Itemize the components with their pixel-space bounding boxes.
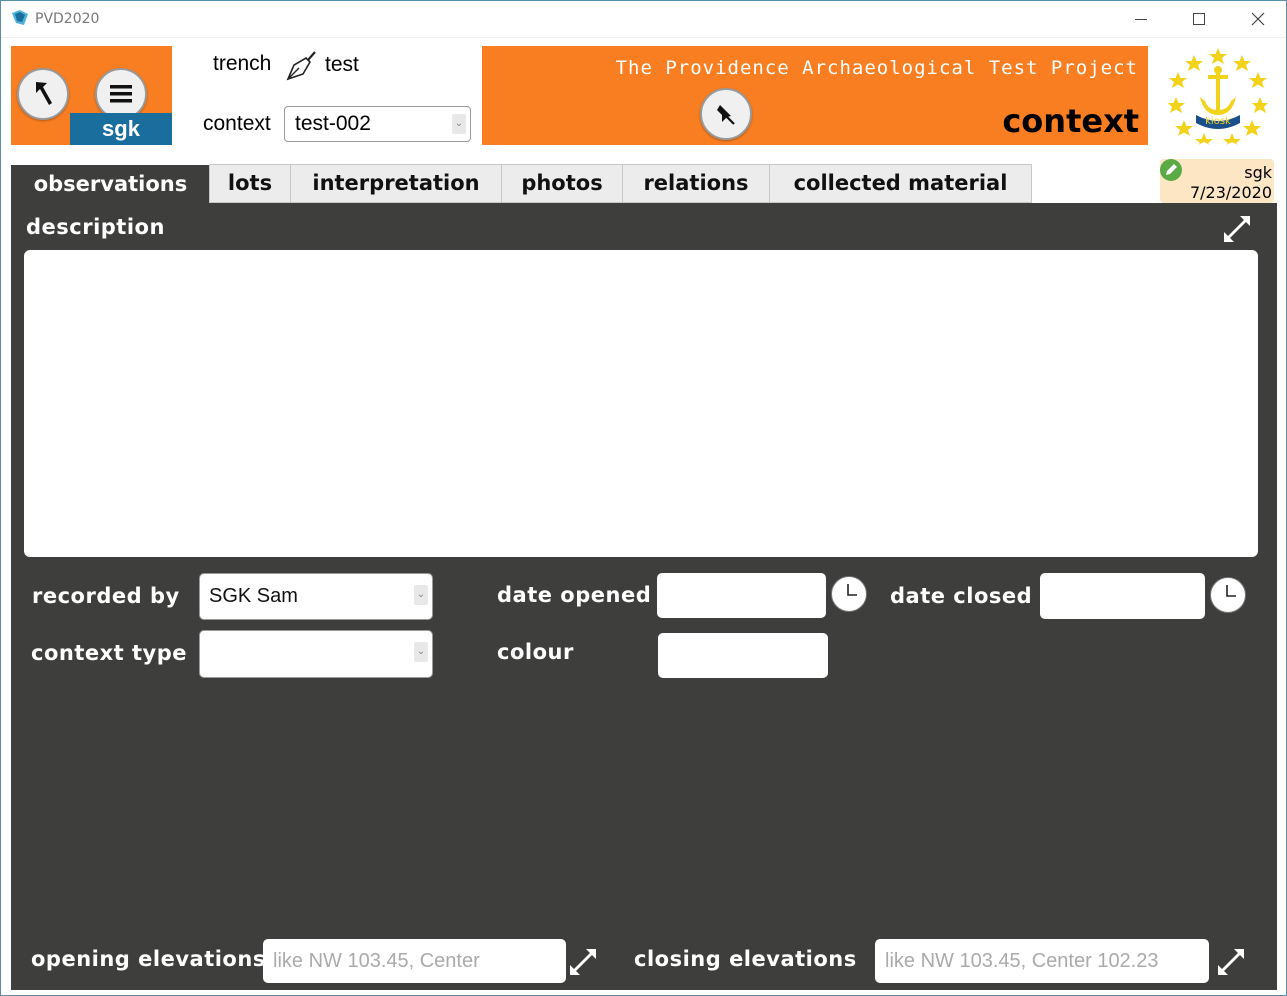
date-closed-clock-button[interactable] bbox=[1210, 577, 1246, 613]
tab-photos[interactable]: photos bbox=[501, 164, 623, 203]
trench-value[interactable]: test bbox=[325, 53, 359, 77]
closing-elevations-input[interactable]: like NW 103.45, Center 102.23 bbox=[875, 939, 1209, 983]
context-type-label: context type bbox=[31, 641, 188, 665]
context-label: context bbox=[203, 112, 271, 135]
date-opened-clock-button[interactable] bbox=[831, 576, 867, 612]
tab-relations[interactable]: relations bbox=[622, 164, 770, 203]
clock-icon bbox=[1226, 585, 1236, 597]
current-user-badge[interactable]: sgk bbox=[70, 113, 172, 145]
trowel-icon[interactable] bbox=[284, 50, 318, 82]
title-bar: PVD2020 bbox=[0, 0, 1287, 38]
observations-panel: description recorded by SGK Sam ⌄ date o… bbox=[11, 203, 1277, 990]
tab-observations[interactable]: observations bbox=[11, 165, 210, 205]
hamburger-icon bbox=[110, 85, 132, 103]
opening-elevations-input[interactable]: like NW 103.45, Center bbox=[263, 939, 566, 983]
minimize-button[interactable] bbox=[1112, 0, 1170, 38]
minimize-icon bbox=[1135, 18, 1147, 20]
opening-elevations-placeholder: like NW 103.45, Center bbox=[273, 950, 480, 972]
chevron-down-icon: ⌄ bbox=[414, 585, 428, 605]
kiosk-seal-logo: kiosk bbox=[1168, 48, 1268, 145]
date-closed-label: date closed bbox=[890, 584, 1033, 608]
tab-lots[interactable]: lots bbox=[209, 164, 291, 203]
app-logo-icon bbox=[12, 10, 28, 25]
page-heading: context bbox=[1002, 102, 1139, 140]
maximize-icon bbox=[1193, 13, 1205, 25]
tab-interpretation[interactable]: interpretation bbox=[290, 164, 502, 203]
edit-user: sgk bbox=[1244, 163, 1272, 182]
description-textarea[interactable] bbox=[24, 250, 1258, 557]
date-opened-label: date opened bbox=[497, 583, 652, 607]
pin-button[interactable] bbox=[700, 88, 752, 140]
chevron-down-icon: ⌄ bbox=[414, 642, 428, 662]
colour-field[interactable] bbox=[658, 633, 828, 678]
chevron-down-icon: ⌄ bbox=[452, 114, 466, 134]
window-title: PVD2020 bbox=[35, 11, 100, 27]
seal-text: kiosk bbox=[1205, 116, 1231, 127]
edit-date: 7/23/2020 bbox=[1189, 183, 1272, 202]
closing-elevations-placeholder: like NW 103.45, Center 102.23 bbox=[885, 950, 1159, 972]
context-select[interactable]: test-002 ⌄ bbox=[284, 106, 471, 142]
project-banner: The Providence Archaeological Test Proje… bbox=[482, 46, 1148, 145]
date-opened-field[interactable] bbox=[657, 573, 826, 618]
close-button[interactable] bbox=[1229, 0, 1287, 38]
maximize-button[interactable] bbox=[1170, 0, 1228, 38]
closing-elevations-label: closing elevations bbox=[634, 947, 857, 971]
recorded-by-select[interactable]: SGK Sam ⌄ bbox=[199, 573, 433, 620]
recorded-by-value: SGK Sam bbox=[209, 585, 298, 607]
trench-label: trench bbox=[213, 52, 272, 75]
context-select-value: test-002 bbox=[295, 112, 371, 135]
clock-icon bbox=[847, 584, 857, 596]
expand-opening-elevations-icon[interactable] bbox=[567, 946, 599, 978]
description-label: description bbox=[26, 215, 165, 239]
project-title: The Providence Archaeological Test Proje… bbox=[615, 57, 1138, 79]
back-arrow-icon bbox=[36, 82, 52, 105]
date-closed-field[interactable] bbox=[1040, 573, 1205, 619]
expand-closing-elevations-icon[interactable] bbox=[1215, 946, 1247, 978]
recorded-by-label: recorded by bbox=[32, 584, 180, 608]
back-button[interactable] bbox=[17, 68, 69, 120]
last-edit-info: sgk 7/23/2020 bbox=[1160, 159, 1274, 203]
pushpin-icon bbox=[717, 105, 735, 125]
opening-elevations-label: opening elevations bbox=[31, 947, 266, 971]
close-icon bbox=[1251, 12, 1265, 26]
expand-description-icon[interactable] bbox=[1221, 213, 1253, 245]
colour-label: colour bbox=[497, 640, 574, 664]
pencil-icon[interactable] bbox=[1160, 159, 1182, 181]
context-type-select[interactable]: ⌄ bbox=[199, 630, 433, 678]
tab-collected-material[interactable]: collected material bbox=[769, 164, 1032, 203]
